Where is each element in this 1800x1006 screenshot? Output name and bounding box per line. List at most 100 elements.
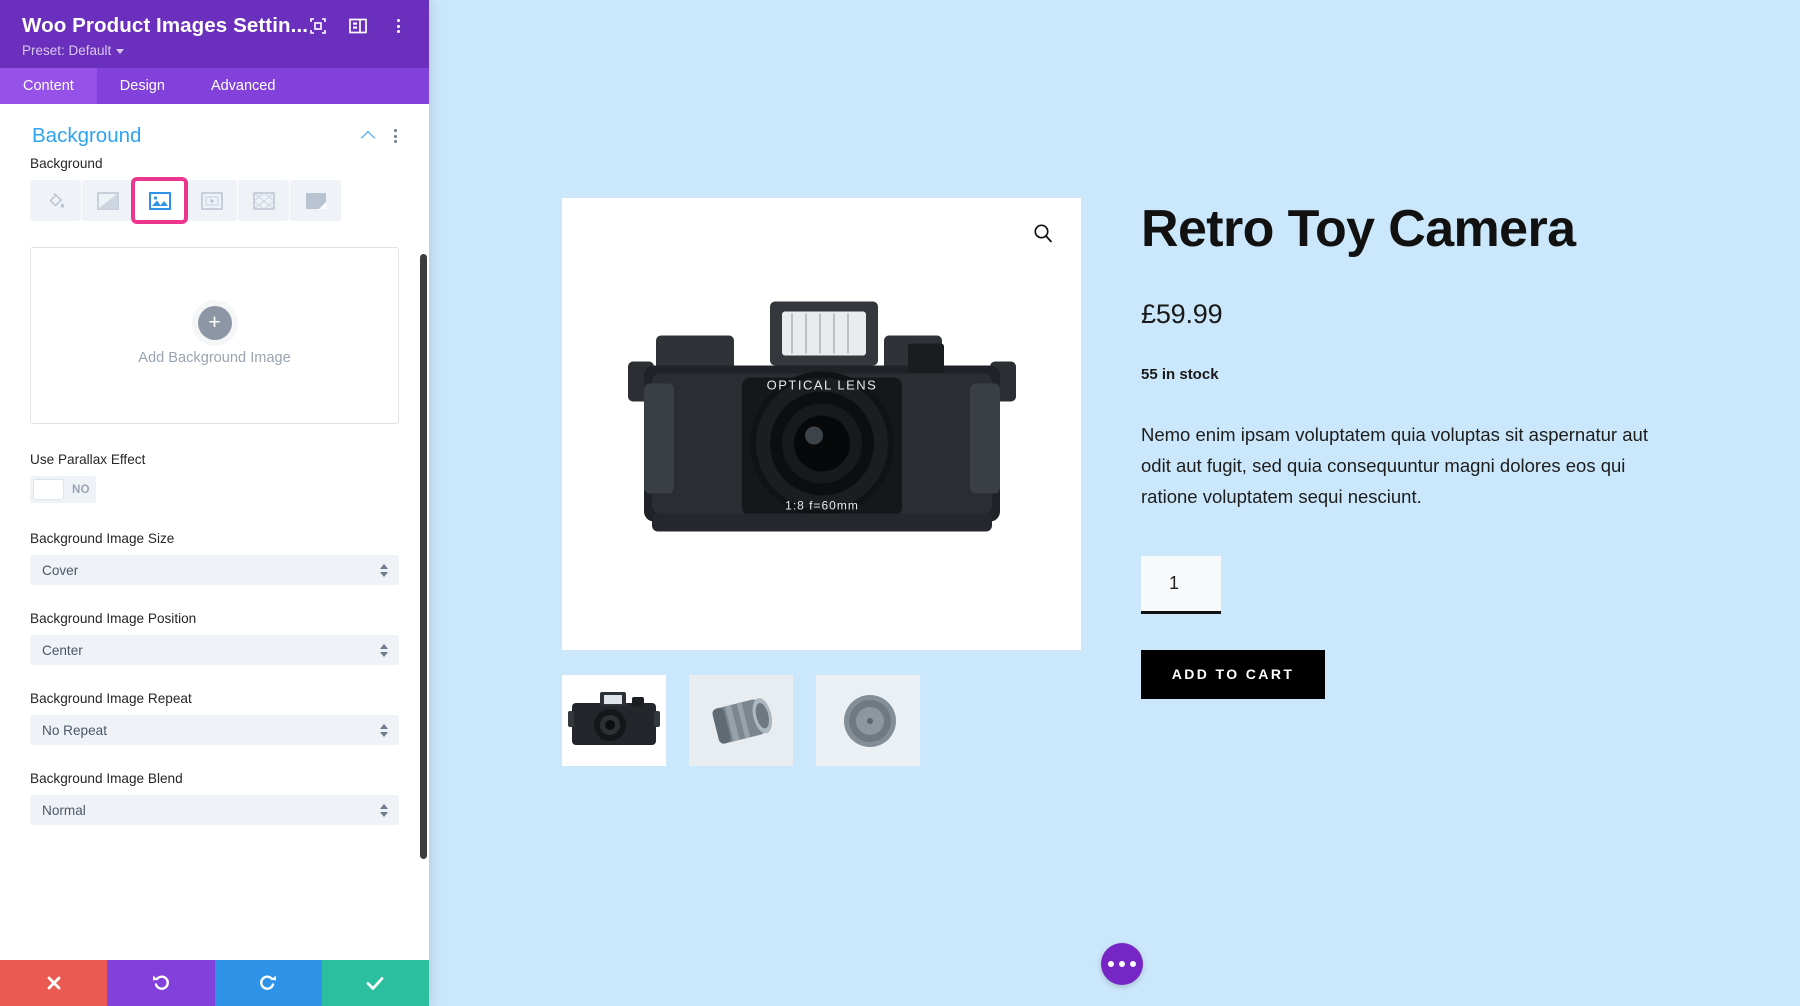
save-button[interactable] (321, 960, 429, 1006)
cancel-button[interactable] (0, 960, 108, 1006)
magnifier-icon[interactable] (1030, 220, 1056, 246)
fab-dot (1130, 961, 1136, 967)
panel-header: Woo Product Images Settin... Preset: Def… (0, 0, 429, 68)
select-stepper-icon (380, 723, 388, 737)
background-color-button[interactable] (30, 180, 81, 221)
camera-front-thumbnail[interactable] (562, 675, 666, 766)
background-image-repeat-field: Background Image Repeat No Repeat (30, 691, 399, 745)
tab-design[interactable]: Design (97, 68, 188, 104)
background-video-button[interactable] (186, 180, 237, 221)
preset-label: Preset: Default (22, 43, 112, 58)
background-gradient-icon (96, 191, 119, 210)
product-main-image[interactable]: OPTICAL LENS 1:8 f=60mm (562, 198, 1081, 650)
more-options-fab[interactable] (1101, 943, 1143, 985)
add-background-image-label: Add Background Image (138, 349, 291, 366)
section-actions (362, 127, 407, 145)
background-image-position-select[interactable]: Center (30, 635, 399, 665)
chevron-up-icon[interactable] (362, 129, 376, 143)
background-image-size-field: Background Image Size Cover (30, 531, 399, 585)
panel-action-bar (0, 960, 429, 1006)
parallax-toggle[interactable]: NO (30, 476, 96, 503)
product-thumbnails (562, 675, 1081, 766)
parallax-toggle-value: NO (72, 483, 90, 496)
product-price: £59.99 (1141, 298, 1223, 329)
background-image-position-label: Background Image Position (30, 611, 197, 626)
background-image-size-select[interactable]: Cover (30, 555, 399, 585)
module-settings-panel: Woo Product Images Settin... Preset: Def… (0, 0, 429, 1006)
panel-scrollbar-thumb[interactable] (420, 254, 427, 859)
background-image-repeat-value: No Repeat (42, 722, 107, 738)
svg-text:OPTICAL LENS: OPTICAL LENS (766, 378, 877, 393)
background-image-size-label: Background Image Size (30, 531, 175, 546)
add-to-cart-button[interactable]: ADD TO CART (1141, 649, 1325, 699)
background-image-blend-select[interactable]: Normal (30, 795, 399, 825)
background-mask-icon (305, 192, 327, 210)
product-gallery: OPTICAL LENS 1:8 f=60mm (562, 198, 1081, 766)
select-stepper-icon (380, 563, 388, 577)
product-title: Retro Toy Camera (1141, 200, 1576, 258)
camera-lens-thumbnail[interactable] (689, 675, 793, 766)
add-background-image-dropzone[interactable]: + Add Background Image (30, 247, 399, 424)
chevron-down-icon (116, 49, 125, 54)
tab-content[interactable]: Content (0, 68, 97, 104)
panel-title: Woo Product Images Settin... (22, 14, 309, 37)
preset-selector[interactable]: Preset: Default (22, 43, 407, 58)
background-image-repeat-select[interactable]: No Repeat (30, 715, 399, 745)
background-image-blend-label: Background Image Blend (30, 771, 183, 786)
background-image-blend-value: Normal (42, 802, 86, 818)
background-image-button[interactable] (131, 177, 188, 224)
background-type-field: Background (30, 156, 399, 224)
quantity-value: 1 (1169, 572, 1180, 593)
lens-cap-thumbnail[interactable] (816, 675, 920, 766)
background-pattern-icon (252, 191, 275, 210)
background-video-icon (200, 191, 223, 210)
fab-dot (1119, 961, 1125, 967)
more-options-icon[interactable] (388, 16, 408, 36)
panel-body: Background Background + Add Background I… (0, 104, 429, 960)
settings-fields: Background + Add Background Image Use Pa… (0, 156, 429, 825)
background-image-icon (148, 191, 171, 210)
background-image-position-field: Background Image Position Center (30, 611, 399, 665)
check-icon (364, 973, 386, 993)
panel-header-top-row: Woo Product Images Settin... (22, 14, 407, 38)
plus-icon: + (197, 305, 232, 340)
panel-scrollbar[interactable] (420, 104, 427, 960)
background-mask-button[interactable] (290, 180, 341, 221)
undo-icon (150, 972, 172, 994)
product-section: OPTICAL LENS 1:8 f=60mm Retro Toy Camera… (562, 198, 1742, 766)
settings-tabs: Content Design Advanced (0, 68, 429, 104)
product-description: Nemo enim ipsam voluptatem quia voluptas… (1141, 423, 1648, 507)
background-image-repeat-label: Background Image Repeat (30, 691, 192, 706)
section-title: Background (32, 124, 142, 147)
stock-status: 55 in stock (1141, 365, 1219, 383)
background-type-selector (30, 177, 399, 224)
redo-icon (257, 972, 279, 994)
background-color-icon (46, 191, 66, 211)
fab-dot (1108, 961, 1114, 967)
product-details: Retro Toy Camera £59.99 55 in stock Nemo… (1141, 198, 1742, 766)
camera-illustration: OPTICAL LENS 1:8 f=60mm (622, 292, 1022, 557)
background-image-position-value: Center (42, 642, 83, 658)
select-stepper-icon (380, 643, 388, 657)
focus-target-icon[interactable] (308, 16, 328, 36)
background-section-header: Background (0, 104, 429, 156)
undo-button[interactable] (107, 960, 215, 1006)
background-image-size-value: Cover (42, 562, 79, 578)
panel-header-icons (308, 16, 410, 36)
close-icon (44, 973, 64, 993)
redo-button[interactable] (214, 960, 322, 1006)
kebab-dots (395, 17, 402, 35)
background-image-blend-field: Background Image Blend Normal (30, 771, 399, 825)
divi-builder-screen: Woo Product Images Settin... Preset: Def… (0, 0, 1800, 1006)
parallax-label: Use Parallax Effect (30, 452, 146, 467)
panel-layout-icon[interactable] (348, 16, 368, 36)
svg-text:1:8 f=60mm: 1:8 f=60mm (785, 499, 859, 513)
tab-advanced[interactable]: Advanced (188, 68, 299, 104)
background-field-label: Background (30, 156, 103, 171)
quantity-input[interactable]: 1 (1141, 555, 1221, 614)
more-options-icon[interactable] (392, 127, 399, 145)
page-preview: OPTICAL LENS 1:8 f=60mm Retro Toy Camera… (429, 0, 1800, 1006)
parallax-field: Use Parallax Effect NO (30, 452, 399, 531)
background-pattern-button[interactable] (238, 180, 289, 221)
background-gradient-button[interactable] (82, 180, 133, 221)
